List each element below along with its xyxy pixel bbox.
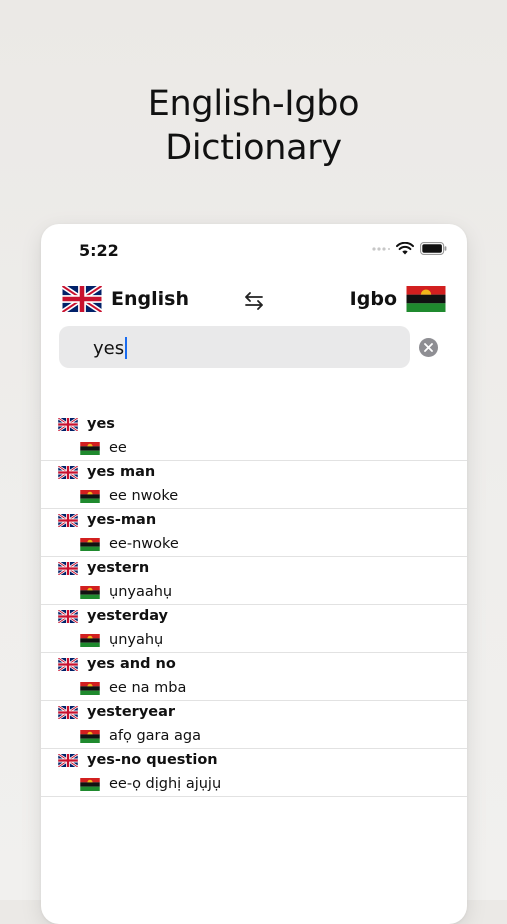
clear-search-button[interactable] — [419, 338, 438, 357]
source-language-button[interactable]: English — [62, 286, 189, 312]
uk-flag-icon — [58, 609, 78, 623]
biafra-flag-icon — [80, 633, 100, 647]
uk-flag-icon — [58, 753, 78, 767]
english-word: yes — [87, 416, 115, 432]
igbo-word: ee-ọ dịghị ajụjụ — [109, 776, 222, 792]
battery-icon — [420, 242, 447, 255]
uk-flag-icon — [58, 513, 78, 527]
english-word: yesteryear — [87, 704, 176, 720]
igbo-word: ụnyaahụ — [109, 584, 173, 600]
english-entry: yes and no — [58, 656, 176, 672]
igbo-entry: ụnyahụ — [80, 632, 163, 648]
english-entry: yes-no question — [58, 752, 218, 768]
igbo-entry: ee nwoke — [80, 488, 178, 504]
swap-languages-button[interactable] — [241, 288, 267, 314]
search-value: yes — [93, 337, 125, 359]
target-language-button[interactable]: Igbo — [350, 286, 446, 312]
english-word: yes-no question — [87, 752, 218, 768]
english-word: yestern — [87, 560, 150, 576]
result-row[interactable]: yestern ụnyaahụ — [41, 557, 467, 605]
english-entry: yesteryear — [58, 704, 175, 720]
status-bar: 5:22 — [41, 224, 467, 278]
uk-flag-icon — [62, 286, 102, 312]
language-bar: English Igbo — [41, 282, 467, 322]
english-entry: yesterday — [58, 608, 168, 624]
result-row[interactable]: yes-man ee-nwoke — [41, 509, 467, 557]
uk-flag-icon — [58, 417, 78, 431]
english-word: yes and no — [87, 656, 176, 672]
english-entry: yes-man — [58, 512, 156, 528]
biafra-flag-icon — [80, 777, 100, 791]
result-row[interactable]: yesterday ụnyahụ — [41, 605, 467, 653]
igbo-entry: ee — [80, 440, 127, 456]
igbo-word: ụnyahụ — [109, 632, 164, 648]
search-input[interactable]: yes — [59, 326, 410, 368]
biafra-flag-icon — [80, 729, 100, 743]
wifi-icon — [396, 242, 414, 255]
english-word: yes man — [87, 464, 156, 480]
source-language-label: English — [111, 288, 189, 310]
english-word: yesterday — [87, 608, 169, 624]
result-row[interactable]: yes ee — [41, 413, 467, 461]
english-word: yes-man — [87, 512, 157, 528]
uk-flag-icon — [58, 465, 78, 479]
english-entry: yes — [58, 416, 115, 432]
biafra-flag-icon — [80, 489, 100, 503]
result-row[interactable]: yesteryear afọ gara aga — [41, 701, 467, 749]
clear-circle-icon — [424, 343, 433, 352]
igbo-entry: ee-ọ dịghị ajụjụ — [80, 776, 221, 792]
igbo-entry: ee na mba — [80, 680, 186, 696]
igbo-word: ee nwoke — [109, 488, 179, 504]
uk-flag-icon — [58, 561, 78, 575]
igbo-word: ee — [109, 440, 127, 456]
result-row[interactable]: yes man ee nwoke — [41, 461, 467, 509]
uk-flag-icon — [58, 705, 78, 719]
headline-line-1: English-Igbo — [147, 84, 360, 124]
english-entry: yes man — [58, 464, 155, 480]
biafra-flag-icon — [80, 441, 100, 455]
text-caret — [125, 337, 128, 359]
status-icons — [372, 242, 447, 255]
headline-line-2: Dictionary — [165, 128, 342, 168]
igbo-entry: ee-nwoke — [80, 536, 179, 552]
results-list: yes ee yes man ee nwoke yes-man ee-nwoke… — [41, 413, 467, 797]
biafra-flag-icon — [80, 537, 100, 551]
uk-flag-icon — [58, 657, 78, 671]
promo-headline: English-Igbo Dictionary — [0, 82, 507, 170]
igbo-word: afọ gara aga — [109, 728, 201, 744]
biafra-flag-icon — [406, 286, 446, 312]
search-text: yes — [93, 337, 128, 359]
status-time: 5:22 — [79, 241, 119, 260]
signal-dots-icon — [372, 246, 390, 252]
search-row: yes — [41, 326, 467, 370]
target-language-label: Igbo — [349, 288, 397, 310]
result-row[interactable]: yes and no ee na mba — [41, 653, 467, 701]
biafra-flag-icon — [80, 681, 100, 695]
biafra-flag-icon — [80, 585, 100, 599]
igbo-entry: afọ gara aga — [80, 728, 201, 744]
result-row[interactable]: yes-no question ee-ọ dịghị ajụjụ — [41, 749, 467, 797]
swap-arrows-icon — [243, 290, 265, 312]
igbo-entry: ụnyaahụ — [80, 584, 172, 600]
igbo-word: ee na mba — [109, 680, 187, 696]
igbo-word: ee-nwoke — [109, 536, 179, 552]
phone-screen: 5:22 English Igbo yes yes ee yes man ee … — [41, 224, 467, 924]
english-entry: yestern — [58, 560, 149, 576]
